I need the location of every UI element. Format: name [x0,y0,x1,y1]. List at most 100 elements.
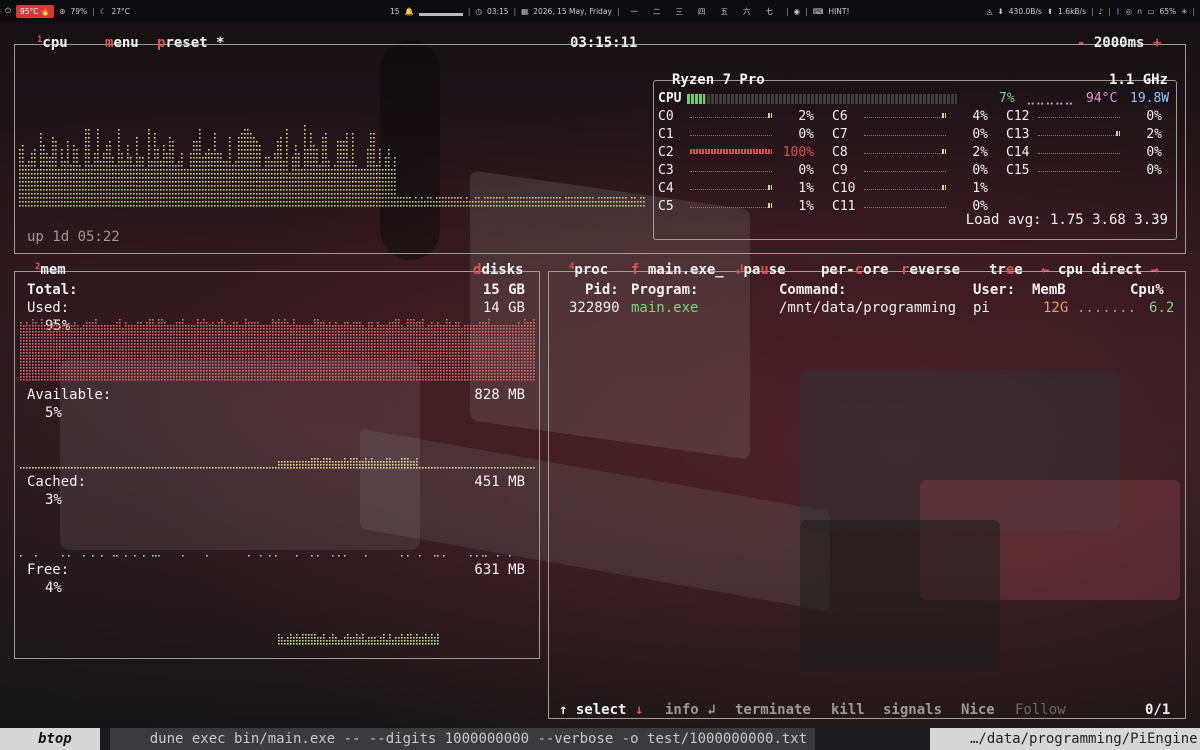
workspace-4[interactable]: 四 [698,6,706,17]
bell-icon[interactable]: 🔔 [405,7,414,16]
mem-graph-dot [263,346,265,348]
cpu-history-dot [337,185,339,187]
mem-graph-dot [209,331,211,333]
mem-graph-dot [389,340,391,342]
mem-graph-dot [224,364,226,366]
hint-label[interactable]: HINT! [828,7,849,16]
mem-graph-dot [287,337,289,339]
topbar-date[interactable]: 2026, 15 May, Friday [533,7,612,16]
discord-icon[interactable]: ◎ [1125,7,1132,16]
mem-graph-dot [239,352,241,354]
mem-graph-dot [74,334,76,336]
headphones-icon[interactable]: ∩ [1137,7,1143,16]
wifi-icon[interactable]: ◬ [987,7,993,16]
cpu-panel-title[interactable]: 1cpu [37,35,68,51]
mem-graph-dot [323,343,325,345]
mem-graph-dot [149,349,151,351]
cpu-history-dot [637,201,639,203]
mem-graph-dot [74,346,76,348]
mem-graph-dot [194,376,196,378]
workspace-1[interactable]: 一 [631,6,639,17]
cpu-history-dot [85,173,87,175]
cpu-history-dot [97,181,99,183]
cpu-history-dot [91,197,93,199]
cpu-history-dot [610,197,612,199]
workspace-3[interactable]: 三 [676,6,684,17]
mem-graph-dot [77,340,79,342]
cpu-history-dot [382,193,384,195]
mem-graph-dot [167,346,169,348]
mem-graph-dot [104,349,106,351]
cpu-history-dot [124,205,126,207]
mem-graph-dot [323,367,325,369]
workspace-2[interactable]: 二 [653,6,661,17]
mem-graph-dot [170,355,172,357]
mem-graph-dot [350,349,352,351]
cpu-history-dot [316,197,318,199]
mem-graph-dot [83,337,85,339]
mem-graph-dot [92,334,94,336]
mem-graph-dot [392,355,394,357]
mem-graph-dot [386,367,388,369]
cpu-history-dot [97,165,99,167]
cpu-history-dot [190,201,192,203]
mem-graph-dot [50,373,52,375]
mem-graph-dot [251,328,253,330]
cpu-history-dot [250,197,252,199]
cpu-history-dot [136,161,138,163]
mem-graph-dot [422,349,424,351]
mem-graph-dot [356,325,358,327]
workspace-6[interactable]: 六 [743,6,751,17]
cpu-history-dot [256,189,258,191]
mem-graph-dot [164,379,166,381]
mem-graph-dot [386,325,388,327]
cpu-history-dot [454,205,456,207]
mem-graph-dot [239,373,241,375]
power-icon[interactable]: ⏻ [5,6,11,16]
cpu-history-dot [154,161,156,163]
cpu-history-dot [115,185,117,187]
cpu-history-dot [280,153,282,155]
bluetooth-icon[interactable]: ᛒ [1116,7,1121,16]
mem-graph-dot [65,376,67,378]
notification-count[interactable]: 15 [390,7,400,16]
mem-graph-dot [353,379,355,381]
brightness-sun-icon[interactable]: ✳ [1181,7,1187,16]
cpu-history-dot [121,177,123,179]
mem-graph-dot [116,337,118,339]
cpu-history-dot [28,189,30,191]
eye-icon[interactable]: ◉ [794,7,801,16]
interval-control[interactable]: - 2000ms + [1077,35,1161,51]
cpu-history-dot [148,173,150,175]
menu-button[interactable]: menu [105,35,139,51]
mem-graph-dot [155,343,157,345]
mem-graph-dot [371,376,373,378]
mem-graph-dot [275,349,277,351]
mem-graph-dot [275,370,277,372]
cpu-history-dot [37,181,39,183]
mem-graph-dot [389,355,391,357]
cpu-history-dot [613,201,615,203]
mem-graph-dot [128,379,130,381]
mem-graph-dot [437,373,439,375]
workspace-5[interactable]: 五 [721,6,729,17]
mem-graph-dot [344,334,346,336]
mem-graph-dot [77,352,79,354]
cpu-history-dot [247,133,249,135]
preset-button[interactable]: preset * [157,35,224,51]
mem-graph-dot [437,331,439,333]
mem-graph-dot [98,379,100,381]
cpu-history-dot [175,193,177,195]
cpu-history-dot [253,189,255,191]
volume-icon[interactable]: ♪ [1099,7,1104,16]
mem-graph-dot [92,364,94,366]
workspace-7[interactable]: 七 [766,6,774,17]
cpu-history-dot [361,169,363,171]
mem-graph-dot [281,367,283,369]
mem-graph-dot [434,328,436,330]
mem-graph-dot [146,325,148,327]
cpu-history-dot [199,129,201,131]
cpu-history-dot [604,201,606,203]
mem-graph-dot [404,346,406,348]
upload-icon: ⬆ [1046,6,1054,16]
